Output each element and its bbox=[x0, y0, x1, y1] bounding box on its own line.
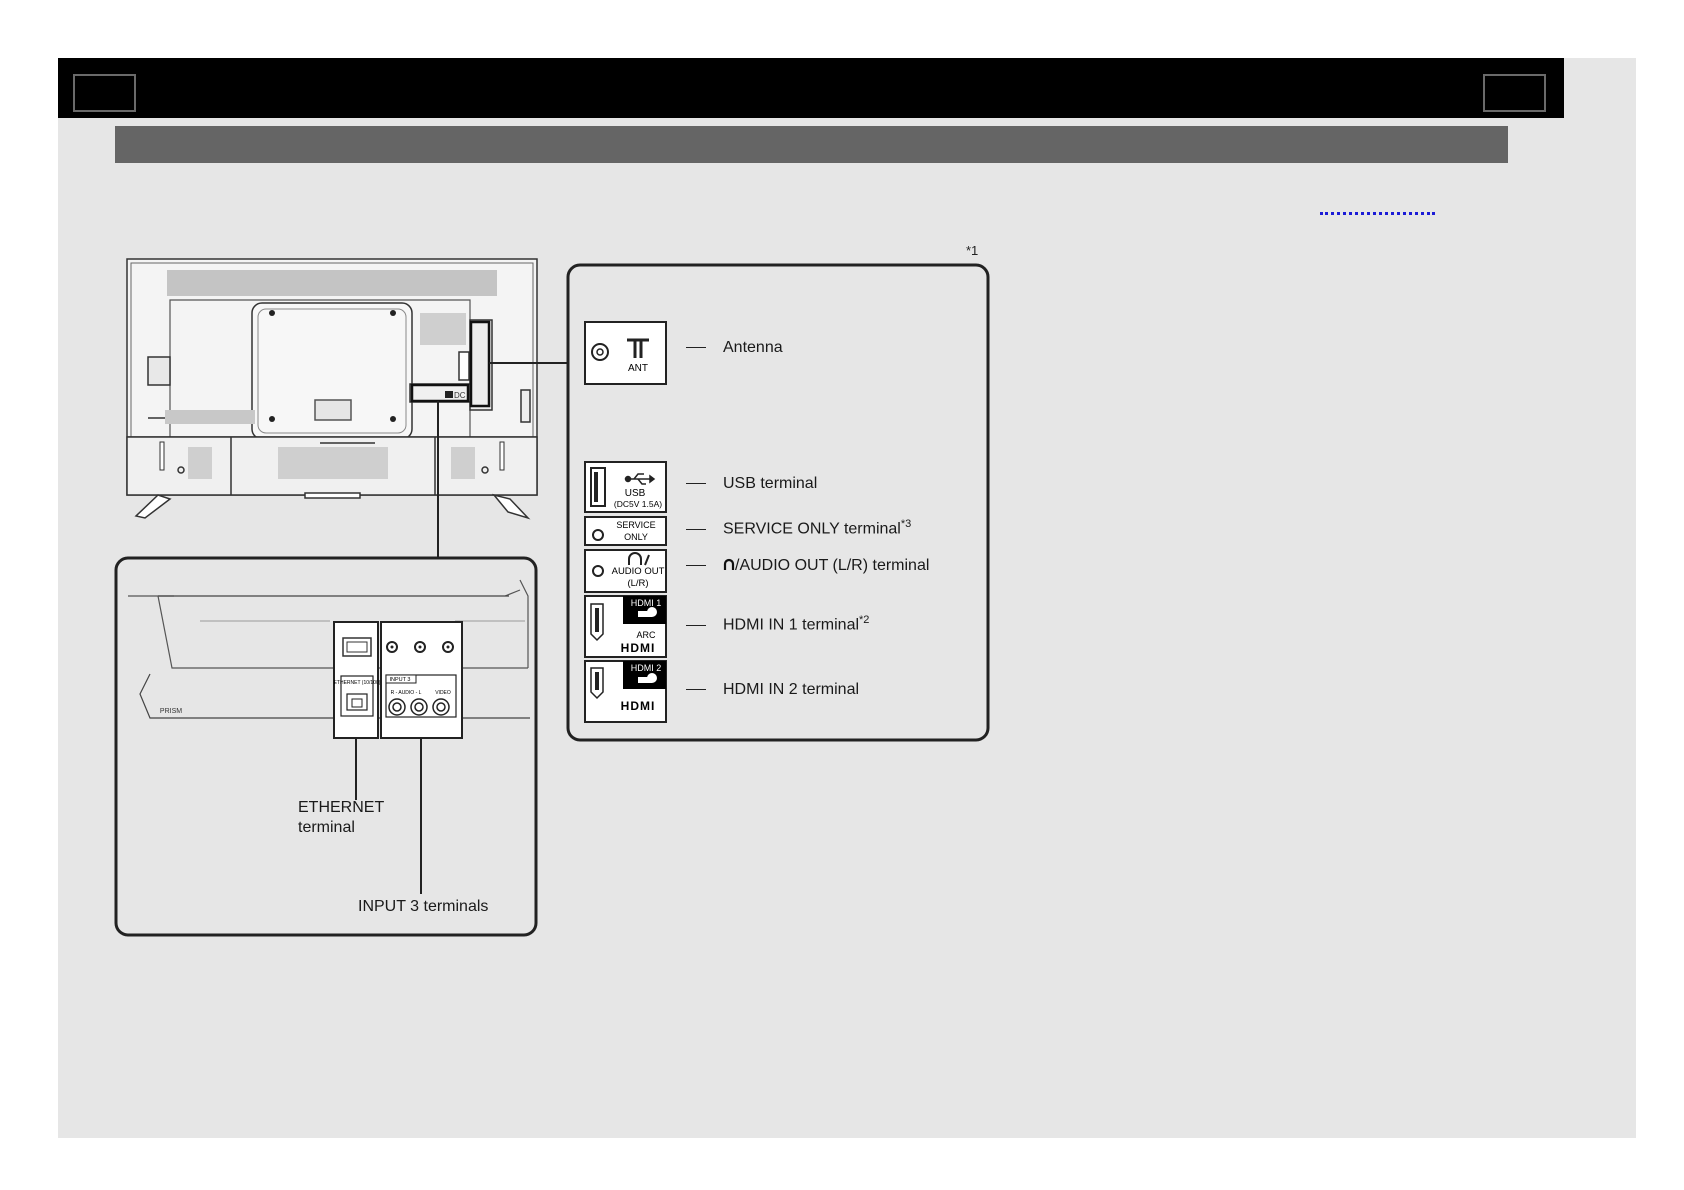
hdmi-2-description: HDMI IN 2 terminal bbox=[686, 681, 859, 699]
audio-rl-small-label: R - AUDIO - L bbox=[391, 690, 422, 696]
audio-out-description: /AUDIO OUT (L/R) terminal bbox=[686, 557, 929, 575]
ant-port-label: ANT bbox=[628, 363, 648, 374]
rear-terminals-panel bbox=[114, 556, 538, 937]
hdmi-1-logo: HDMI bbox=[621, 641, 656, 655]
connection-diagram: DC ANT USB (DC5V 1.5A) SERVICE ONLY AUDI… bbox=[114, 258, 990, 937]
input3-description: INPUT 3 terminals bbox=[358, 898, 489, 915]
dc-jack-label: DC bbox=[454, 391, 466, 400]
video-small-label: VIDEO bbox=[435, 690, 451, 696]
audio-lr-label: (L/R) bbox=[627, 578, 648, 589]
audio-out-label: AUDIO OUT bbox=[612, 566, 665, 577]
usb-description: USB terminal bbox=[686, 475, 817, 493]
rca-jacks bbox=[388, 698, 450, 716]
tv-rear-illustration bbox=[126, 258, 538, 520]
ethernet-small-label: ETHERNET (10/100) bbox=[334, 680, 381, 686]
usb-power-label: (DC5V 1.5A) bbox=[614, 499, 662, 509]
input3-small-label: INPUT 3 bbox=[390, 677, 411, 683]
service-label-1: SERVICE bbox=[616, 520, 655, 530]
antenna-description: Antenna bbox=[686, 339, 783, 357]
ethernet-description: ETHERNET terminal bbox=[298, 799, 385, 836]
service-description: SERVICE ONLY terminal*3 bbox=[686, 518, 911, 538]
hdmi-2-logo: HDMI bbox=[621, 699, 656, 713]
brand-logo-small: PRISM bbox=[160, 708, 182, 715]
hdmi-1-description: HDMI IN 1 terminal*2 bbox=[686, 614, 869, 634]
headphone-icon bbox=[723, 558, 735, 570]
hdmi-2-label: HDMI 2 bbox=[631, 663, 662, 673]
hdmi-1-label: HDMI 1 bbox=[631, 598, 662, 608]
hdmi-arc-label: ARC bbox=[636, 630, 656, 640]
service-label-2: ONLY bbox=[624, 532, 648, 542]
usb-port-label: USB bbox=[625, 488, 646, 499]
